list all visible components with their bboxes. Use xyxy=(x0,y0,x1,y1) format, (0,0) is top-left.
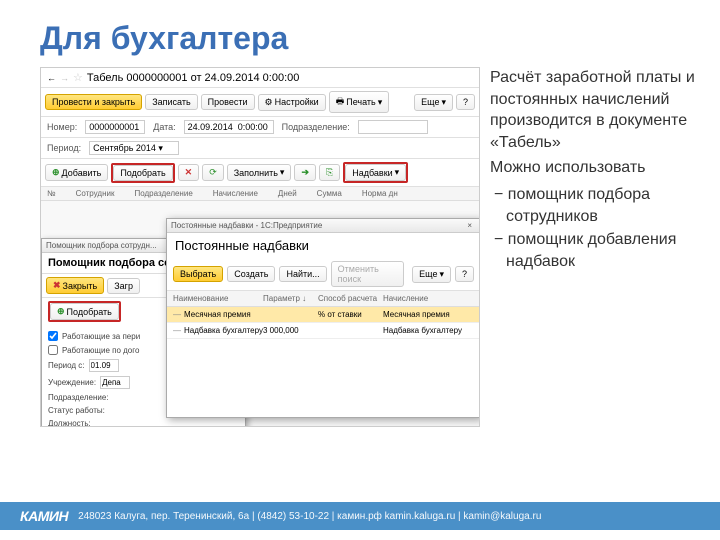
col-calc: Начисление xyxy=(213,189,258,198)
text-para-1: Расчёт заработной платы и постоянных нач… xyxy=(490,67,710,153)
gear-icon: ⚙ xyxy=(265,97,273,108)
chk-contract[interactable] xyxy=(48,345,58,355)
org-field[interactable] xyxy=(100,376,130,389)
slide-text: Расчёт заработной платы и постоянных нач… xyxy=(490,67,710,427)
slide-title: Для бухгалтера xyxy=(0,0,720,67)
more-button[interactable]: Еще ▾ xyxy=(414,94,453,111)
number-field[interactable] xyxy=(85,120,145,134)
refresh-button[interactable]: ⟳ xyxy=(202,164,224,181)
position-label: Должность: xyxy=(48,419,91,427)
tabel-window: ← → ☆ Табель 0000000001 от 24.09.2014 0:… xyxy=(41,68,479,201)
footer-bar: КАМИН 248023 Калуга, пер. Теренинский, 6… xyxy=(0,502,720,530)
col-norm: Норма дн xyxy=(362,189,398,198)
window-title: Табель 0000000001 от 24.09.2014 0:00:00 xyxy=(87,72,300,84)
add-button[interactable]: ⊕ Добавить xyxy=(45,164,108,181)
period-from-label: Период с: xyxy=(48,361,85,370)
bonus-more-button[interactable]: Еще ▾ xyxy=(412,266,451,283)
table-row[interactable]: —Надбавка бухгалтеру 3 000,000 Надбавка … xyxy=(167,323,480,339)
helper-pick-button[interactable]: ⊕ Подобрать xyxy=(50,303,119,320)
chk-contract-label: Работающие по дого xyxy=(62,346,139,355)
create-button[interactable]: Создать xyxy=(227,266,275,282)
bullet-1: помощник подбора сотрудников xyxy=(498,183,710,228)
bonus-title: Постоянные надбавки xyxy=(167,233,480,258)
next-button[interactable]: ➔ xyxy=(294,164,316,181)
bonus-toolbar: Выбрать Создать Найти... Отменить поиск … xyxy=(167,258,480,291)
chk-working-period-label: Работающие за пери xyxy=(62,332,140,341)
chevron-down-icon: ▾ xyxy=(378,97,383,108)
helper-close-button[interactable]: ✖ Закрыть xyxy=(46,277,104,294)
footer-logo: КАМИН xyxy=(20,508,68,524)
x-icon: ✕ xyxy=(185,167,193,178)
grid-toolbar: ⊕ Добавить Подобрать ✕ ⟳ Заполнить ▾ ➔ ⎘… xyxy=(41,159,479,187)
printer-icon: 🖶 xyxy=(336,94,345,110)
status-label: Статус работы: xyxy=(48,406,105,415)
cancel-search-button[interactable]: Отменить поиск xyxy=(331,261,404,287)
bonus-window: Постоянные надбавки - 1С:Предприятие × П… xyxy=(166,218,480,418)
bonus-chrome-title: Постоянные надбавки - 1С:Предприятие xyxy=(171,221,322,230)
window-titlebar: ← → ☆ Табель 0000000001 от 24.09.2014 0:… xyxy=(41,68,479,88)
arrow-right-icon: ➔ xyxy=(301,167,309,178)
post-close-button[interactable]: Провести и закрыть xyxy=(45,94,142,110)
bonus-help-button[interactable]: ? xyxy=(455,266,474,282)
bcol-name: Наименование xyxy=(173,294,263,303)
period-row: Период: xyxy=(41,138,479,159)
grid-header: № Сотрудник Подразделение Начисление Дне… xyxy=(41,187,479,201)
period-label: Период: xyxy=(47,143,81,153)
period-from-field[interactable] xyxy=(89,359,119,372)
find-button[interactable]: Найти... xyxy=(279,266,326,282)
copy-button[interactable]: ⎘ xyxy=(319,164,340,181)
refresh-icon: ⟳ xyxy=(209,167,217,178)
plus-icon: ⊕ xyxy=(57,306,65,317)
helper-load-button[interactable]: Загр xyxy=(107,278,140,294)
close-icon[interactable]: × xyxy=(463,221,476,230)
col-n: № xyxy=(47,189,56,198)
col-dept: Подразделение xyxy=(134,189,192,198)
bonus-button[interactable]: Надбавки ▾ xyxy=(345,164,406,181)
pick-button[interactable]: Подобрать xyxy=(113,165,172,181)
fill-button[interactable]: Заполнить ▾ xyxy=(227,164,292,181)
bcol-param: Параметр ↓ xyxy=(263,294,318,303)
col-sum: Сумма xyxy=(317,189,342,198)
print-button[interactable]: 🖶Печать ▾ xyxy=(329,91,390,113)
app-screenshot: ← → ☆ Табель 0000000001 от 24.09.2014 0:… xyxy=(40,67,480,427)
main-toolbar: Провести и закрыть Записать Провести ⚙На… xyxy=(41,88,479,117)
select-button[interactable]: Выбрать xyxy=(173,266,223,282)
settings-button[interactable]: ⚙Настройки xyxy=(258,94,326,111)
nav-fwd-icon[interactable]: → xyxy=(60,73,69,83)
text-para-2: Можно использовать xyxy=(490,157,710,179)
dept-field[interactable] xyxy=(358,120,428,134)
star-icon[interactable]: ☆ xyxy=(73,71,83,84)
bonus-table-header: Наименование Параметр ↓ Способ расчета Н… xyxy=(167,291,480,307)
copy-icon: ⎘ xyxy=(326,167,333,178)
delete-button[interactable]: ✕ xyxy=(178,164,200,181)
date-label: Дата: xyxy=(153,122,175,132)
date-field[interactable] xyxy=(184,120,274,134)
bonus-table: Наименование Параметр ↓ Способ расчета Н… xyxy=(167,291,480,339)
col-days: Дней xyxy=(278,189,297,198)
bcol-method: Способ расчета xyxy=(318,294,383,303)
bullet-2: помощник добавления надбавок xyxy=(498,228,710,273)
bonus-chrome: Постоянные надбавки - 1С:Предприятие × xyxy=(167,219,480,233)
table-row[interactable]: —Месячная премия % от ставки Месячная пр… xyxy=(167,307,480,323)
help-button[interactable]: ? xyxy=(456,94,475,110)
x-icon: ✖ xyxy=(53,280,61,291)
h-dept-label: Подразделение: xyxy=(48,393,109,402)
period-field[interactable] xyxy=(89,141,179,155)
org-label: Учреждение: xyxy=(48,378,96,387)
header-fields: Номер: Дата: Подразделение: xyxy=(41,117,479,138)
chk-working-period[interactable] xyxy=(48,331,58,341)
post-button[interactable]: Провести xyxy=(201,94,255,110)
plus-icon: ⊕ xyxy=(52,167,60,178)
dept-label: Подразделение: xyxy=(282,122,350,132)
bcol-calc: Начисление xyxy=(383,294,474,303)
footer-info: 248023 Калуга, пер. Теренинский, 6а | (4… xyxy=(78,511,541,522)
number-label: Номер: xyxy=(47,122,77,132)
nav-back-icon[interactable]: ← xyxy=(47,73,56,83)
write-button[interactable]: Записать xyxy=(145,94,197,110)
col-emp: Сотрудник xyxy=(76,189,115,198)
